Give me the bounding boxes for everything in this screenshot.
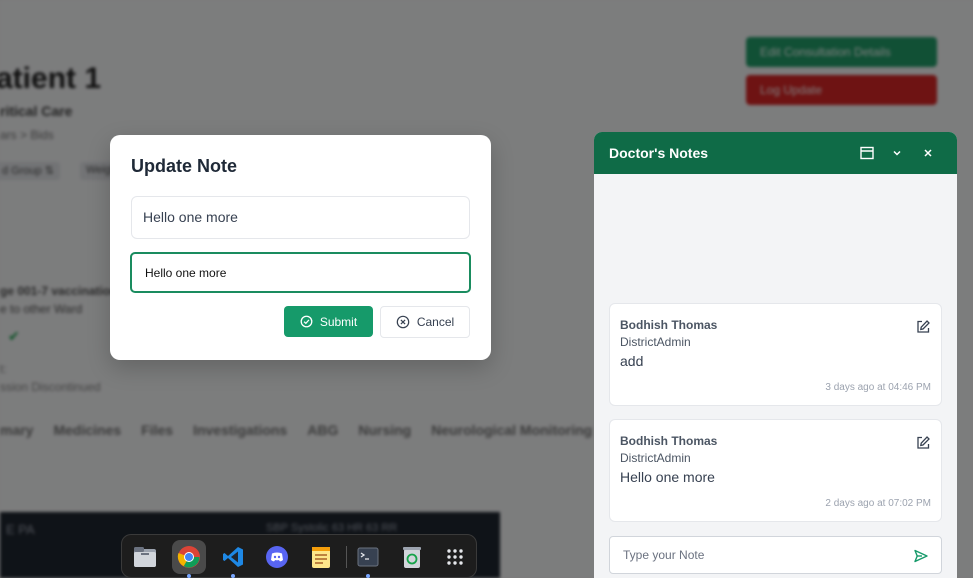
submit-label: Submit [319,314,358,329]
note-author: Bodhish Thomas [620,318,718,332]
x-circle-icon [396,315,410,329]
cancel-button[interactable]: Cancel [380,306,470,338]
note-text: Hello one more [620,469,715,485]
note-author: Bodhish Thomas [620,434,718,448]
cancel-label: Cancel [416,315,455,329]
app-grid-icon[interactable] [438,540,472,574]
note-card: Bodhish Thomas DistrictAdmin add 3 days … [609,303,942,406]
terminal-icon[interactable] [351,540,385,578]
taskbar-dock [121,534,477,578]
current-note-display: Hello one more [131,196,470,239]
dock-separator [346,546,347,568]
doctors-notes-panel: Doctor's Notes Bodhish Thomas DistrictAd… [594,132,957,578]
dock-panel-icon[interactable] [858,144,876,162]
running-indicator [366,574,370,578]
trash-icon[interactable] [395,540,429,574]
note-card: Bodhish Thomas DistrictAdmin Hello one m… [609,419,942,522]
check-circle-icon [300,315,313,328]
note-timestamp: 2 days ago at 07:02 PM [825,498,931,509]
chevron-down-icon[interactable] [888,144,906,162]
edit-icon[interactable] [915,435,931,451]
running-indicator [187,574,191,578]
panel-header: Doctor's Notes [594,132,957,174]
discord-icon[interactable] [260,540,294,574]
update-note-modal: Update Note Hello one more Submit Cancel [110,135,491,360]
edit-icon[interactable] [915,319,931,335]
note-text: add [620,353,644,369]
note-input[interactable] [623,548,893,562]
text-editor-icon[interactable] [304,540,338,574]
note-compose [609,536,942,574]
files-icon[interactable] [128,540,162,574]
note-timestamp: 3 days ago at 04:46 PM [825,382,931,393]
note-edit-input[interactable] [130,252,471,293]
note-role: DistrictAdmin [620,335,691,349]
modal-title: Update Note [131,156,238,176]
running-indicator [231,574,235,578]
submit-button[interactable]: Submit [284,306,373,337]
vscode-icon[interactable] [216,540,250,578]
note-role: DistrictAdmin [620,451,691,465]
panel-title: Doctor's Notes [609,145,709,161]
send-icon[interactable] [913,548,929,564]
chrome-icon[interactable] [172,540,206,578]
notes-list: Bodhish Thomas DistrictAdmin add 3 days … [594,174,957,578]
close-icon[interactable] [919,144,937,162]
